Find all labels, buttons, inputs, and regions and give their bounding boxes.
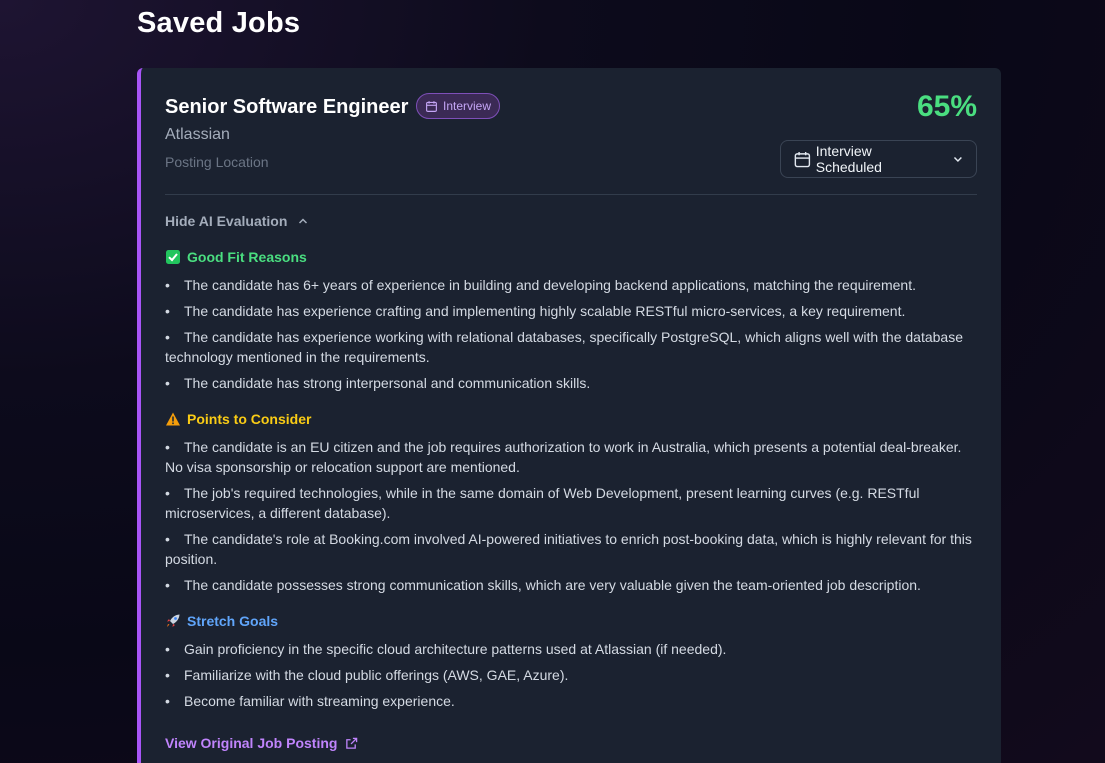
- rocket-icon: [167, 614, 180, 627]
- list-item: • Become familiar with streaming experien…: [165, 693, 455, 709]
- warning-icon: [166, 412, 180, 426]
- view-link-label: View Original Job Posting: [165, 735, 338, 751]
- list-item: • The job's required technologies, while …: [165, 485, 920, 521]
- hide-ai-evaluation-toggle[interactable]: Hide AI Evaluation: [165, 213, 309, 229]
- job-title: Senior Software Engineer: [165, 96, 409, 118]
- status-dropdown[interactable]: Interview Scheduled: [780, 140, 977, 178]
- points-list: • The candidate is an EU citizen and the …: [165, 437, 977, 601]
- stretch-list: • Gain proficiency in the specific cloud …: [165, 639, 977, 717]
- external-link-icon: [346, 737, 358, 749]
- list-item: • The candidate has 6+ years of experienc…: [165, 277, 916, 293]
- status-dropdown-value: Interview Scheduled: [815, 143, 882, 175]
- company-name: Atlassian: [165, 126, 230, 143]
- list-item: • Gain proficiency in the specific cloud …: [165, 641, 727, 657]
- good-fit-list: • The candidate has 6+ years of experienc…: [165, 275, 977, 399]
- check-box-icon: [166, 250, 180, 264]
- calendar-icon: [426, 100, 437, 112]
- list-item: • The candidate possesses strong communic…: [165, 577, 921, 593]
- list-item: • The candidate is an EU citizen and the …: [165, 439, 962, 475]
- divider: [165, 194, 977, 195]
- match-score: 65%: [916, 90, 977, 123]
- status-badge: Interview: [416, 93, 501, 119]
- good-fit-heading: Good Fit Reasons: [165, 249, 307, 265]
- view-original-posting-link[interactable]: View Original Job Posting: [165, 735, 358, 751]
- stretch-goals-heading: Stretch Goals: [165, 613, 278, 629]
- list-item: • The candidate has experience working wi…: [165, 329, 963, 365]
- chevron-up-icon: [299, 218, 308, 224]
- chevron-down-icon: [954, 156, 963, 163]
- job-location: Posting Location: [165, 154, 269, 170]
- toggle-label: Hide AI Evaluation: [165, 213, 288, 229]
- page-title: Saved Jobs: [137, 7, 301, 39]
- points-to-consider-heading: Points to Consider: [165, 411, 311, 427]
- good-fit-title: Good Fit Reasons: [187, 249, 307, 265]
- list-item: • The candidate has strong interpersonal …: [165, 375, 591, 391]
- job-card: Senior Software Engineer Interview Atlas…: [137, 68, 1001, 763]
- points-title: Points to Consider: [187, 411, 312, 427]
- list-item: • The candidate's role at Booking.com inv…: [165, 531, 972, 567]
- calendar-icon: [794, 151, 811, 167]
- list-item: • Familiarize with the cloud public offer…: [165, 667, 569, 683]
- status-badge-label: Interview: [443, 99, 492, 113]
- list-item: • The candidate has experience crafting a…: [165, 303, 906, 319]
- stretch-title: Stretch Goals: [187, 613, 279, 629]
